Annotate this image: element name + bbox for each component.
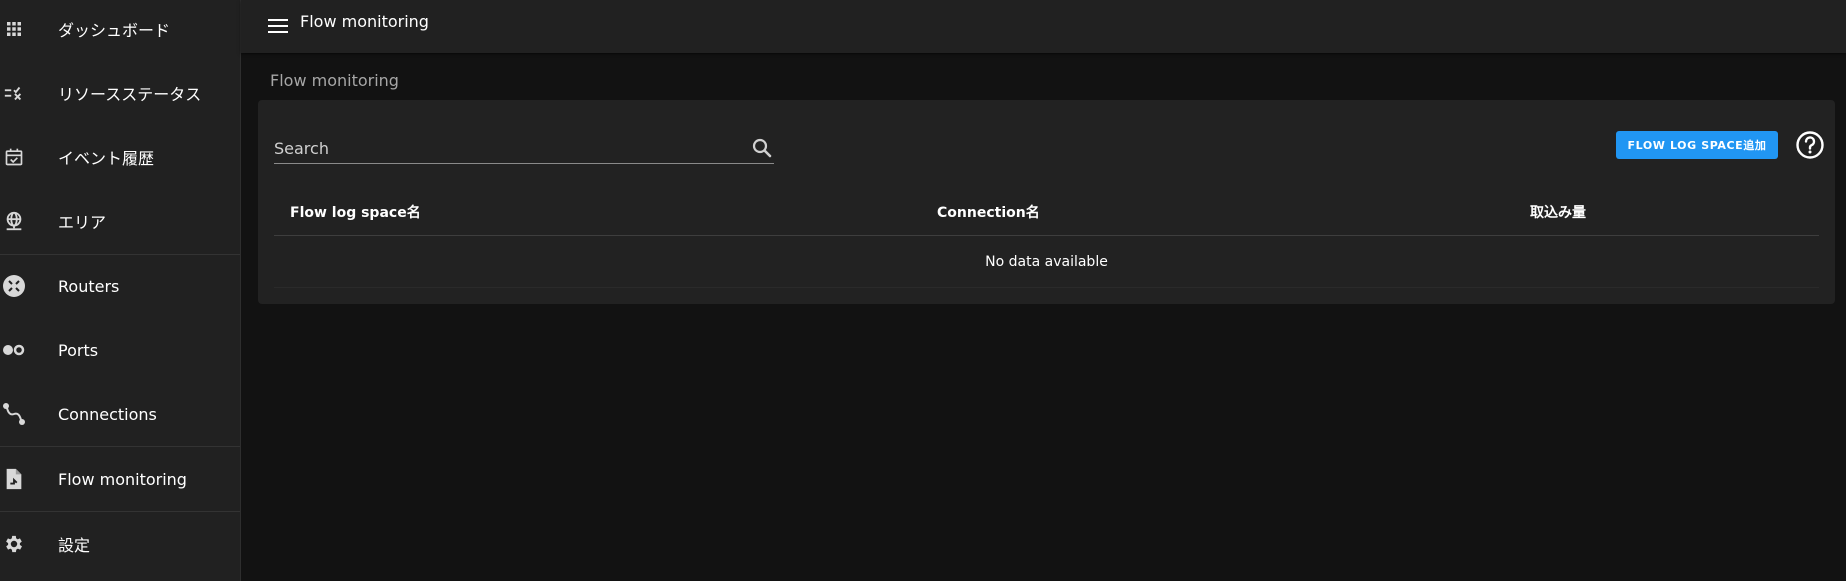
app-root: ダッシュボード リソースステータス イベント履歴 エリア Routers Por…	[0, 0, 1846, 581]
table-header-row: Flow log space名 Connection名 取込み量	[274, 186, 1819, 236]
grid-icon	[2, 17, 26, 41]
sidebar-item-label: 設定	[58, 536, 91, 555]
app-bar-title: Flow monitoring	[300, 12, 429, 31]
table-empty-row: No data available	[274, 236, 1819, 288]
column-header-ingestion-volume[interactable]: 取込み量	[1530, 202, 1586, 222]
page-title: Flow monitoring	[270, 71, 399, 90]
calendar-check-icon	[2, 145, 26, 169]
sidebar-item-flow-monitoring[interactable]: Flow monitoring	[0, 447, 240, 511]
help-button[interactable]	[1795, 130, 1825, 160]
sidebar-item-label: イベント履歴	[58, 149, 155, 168]
sidebar-item-routers[interactable]: Routers	[0, 254, 240, 318]
search-field	[274, 134, 774, 164]
add-flow-log-space-button[interactable]: FLOW LOG SPACE追加	[1616, 131, 1778, 159]
globe-network-icon	[2, 209, 26, 233]
sidebar-item-label: エリア	[58, 213, 107, 232]
sidebar-item-label: リソースステータス	[58, 85, 202, 104]
sidebar-item-label: ダッシュボード	[58, 21, 171, 40]
sidebar-item-label: Connections	[58, 404, 157, 424]
gear-icon	[2, 532, 26, 556]
checklist-icon	[2, 81, 26, 105]
file-chart-icon	[2, 467, 26, 491]
hamburger-menu-icon	[268, 19, 288, 33]
flow-log-space-card: FLOW LOG SPACE追加 Flow log space名 Connect…	[258, 100, 1835, 304]
help-circle-icon	[1796, 131, 1824, 159]
menu-button[interactable]	[263, 11, 293, 41]
sidebar-item-settings[interactable]: 設定	[0, 512, 240, 576]
column-header-flow-log-space-name[interactable]: Flow log space名	[290, 202, 421, 222]
sidebar-item-ports[interactable]: Ports	[0, 318, 240, 382]
sidebar-item-label: Routers	[58, 276, 120, 296]
sidebar-item-resource-status[interactable]: リソースステータス	[0, 61, 240, 125]
sidebar-item-event-history[interactable]: イベント履歴	[0, 125, 240, 189]
sidebar: ダッシュボード リソースステータス イベント履歴 エリア Routers Por…	[0, 0, 241, 581]
sidebar-item-label: Flow monitoring	[58, 469, 187, 489]
sidebar-item-label: Ports	[58, 340, 99, 360]
sidebar-item-area[interactable]: エリア	[0, 189, 240, 253]
sidebar-item-connections[interactable]: Connections	[0, 382, 240, 446]
router-icon	[2, 274, 26, 298]
search-input[interactable]	[274, 134, 744, 162]
sidebar-item-dashboard[interactable]: ダッシュボード	[0, 0, 240, 61]
top-app-bar: Flow monitoring	[241, 0, 1846, 53]
connection-icon	[2, 402, 26, 426]
column-header-connection-name[interactable]: Connection名	[937, 202, 1040, 222]
ports-icon	[2, 338, 26, 362]
search-icon[interactable]	[750, 136, 774, 160]
